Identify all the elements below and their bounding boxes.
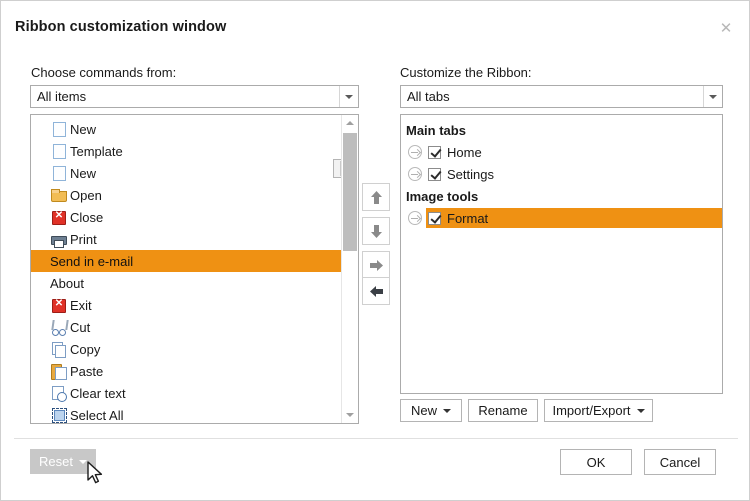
clear-text-icon bbox=[50, 385, 67, 402]
arrow-up-icon bbox=[370, 190, 382, 204]
footer-divider bbox=[14, 438, 738, 439]
list-item[interactable]: New bbox=[31, 118, 341, 140]
scissors-icon bbox=[50, 319, 67, 336]
tree-item-checkbox[interactable] bbox=[428, 211, 441, 225]
title-bar: Ribbon customization window ✕ bbox=[1, 1, 749, 53]
list-item-label: Cut bbox=[70, 319, 91, 335]
list-item-label: Open bbox=[70, 187, 102, 203]
list-item-label: New bbox=[70, 165, 97, 181]
reset-button-label: Reset bbox=[39, 454, 73, 469]
list-item[interactable]: Clear text bbox=[31, 382, 341, 404]
move-down-button[interactable] bbox=[362, 217, 390, 245]
reset-button[interactable]: Reset bbox=[30, 449, 96, 474]
blank-page-icon bbox=[50, 143, 67, 159]
blank-page-icon bbox=[50, 121, 67, 137]
list-item[interactable]: Send in e-mail bbox=[31, 250, 341, 272]
rename-button-label: Rename bbox=[478, 403, 528, 418]
new-button[interactable]: New bbox=[400, 399, 462, 422]
clipboard-paste-icon bbox=[50, 363, 67, 380]
ribbon-tree[interactable]: Main tabs Home Settings Image tools Format bbox=[400, 114, 723, 394]
import-export-button[interactable]: Import/Export bbox=[544, 399, 653, 422]
rename-button[interactable]: Rename bbox=[468, 399, 538, 422]
chevron-down-icon bbox=[703, 86, 722, 107]
arrow-right-icon bbox=[369, 259, 383, 271]
choose-commands-from-value: All items bbox=[37, 89, 87, 104]
tree-item-checkbox[interactable] bbox=[428, 167, 441, 181]
ok-button-label: OK bbox=[586, 454, 606, 470]
list-item-label: About bbox=[50, 275, 84, 291]
close-icon[interactable]: ✕ bbox=[711, 15, 741, 41]
chevron-down-icon bbox=[636, 408, 645, 413]
list-item[interactable]: Print bbox=[31, 228, 341, 250]
customize-ribbon-label: Customize the Ribbon: bbox=[400, 65, 532, 80]
choose-commands-label: Choose commands from: bbox=[31, 65, 177, 80]
remove-button[interactable] bbox=[362, 277, 390, 305]
list-item[interactable]: Open bbox=[31, 184, 341, 206]
list-item[interactable]: Exit bbox=[31, 294, 341, 316]
list-item[interactable]: Close bbox=[31, 206, 341, 228]
cancel-button-label: Cancel bbox=[659, 454, 701, 470]
page-title: Ribbon customization window bbox=[15, 19, 227, 35]
list-item-label: Template bbox=[70, 143, 123, 159]
new-button-label: New bbox=[410, 403, 437, 418]
open-folder-icon bbox=[50, 187, 67, 203]
list-item[interactable]: Copy bbox=[31, 338, 341, 360]
list-item-label: Clear text bbox=[70, 385, 126, 401]
list-item[interactable]: About bbox=[31, 272, 341, 294]
cancel-button[interactable]: Cancel bbox=[644, 449, 716, 475]
list-item[interactable]: New bbox=[31, 162, 341, 184]
commands-list[interactable]: New Template New Open Close Print Send in e-ma… bbox=[30, 114, 359, 424]
list-item[interactable]: Select All bbox=[31, 404, 341, 423]
expand-arrow-icon[interactable] bbox=[408, 145, 422, 159]
list-item-label: Paste bbox=[70, 363, 104, 379]
tree-item-checkbox[interactable] bbox=[428, 145, 441, 159]
commands-list-scrollbar[interactable] bbox=[341, 115, 358, 423]
move-up-button[interactable] bbox=[362, 183, 390, 211]
tree-item-label: Format bbox=[447, 210, 489, 226]
chevron-down-icon bbox=[443, 408, 451, 413]
tree-item[interactable]: Settings bbox=[401, 163, 722, 185]
tree-item-label: Home bbox=[447, 144, 482, 160]
list-item-label: New bbox=[70, 121, 97, 137]
ok-button[interactable]: OK bbox=[560, 449, 632, 475]
list-item-label: Copy bbox=[70, 341, 101, 357]
tree-group-header: Image tools bbox=[406, 188, 479, 204]
tree-item[interactable]: Home bbox=[401, 141, 722, 163]
import-export-button-label: Import/Export bbox=[552, 403, 631, 418]
chevron-down-icon bbox=[339, 86, 358, 107]
list-item[interactable]: Cut bbox=[31, 316, 341, 338]
choose-commands-from-select[interactable]: All items bbox=[30, 85, 359, 108]
customize-ribbon-value: All tabs bbox=[407, 89, 450, 104]
customize-ribbon-select[interactable]: All tabs bbox=[400, 85, 723, 108]
chevron-down-icon bbox=[78, 459, 87, 464]
red-x-icon bbox=[50, 209, 67, 225]
blank-page-icon bbox=[50, 165, 67, 181]
arrow-left-icon bbox=[369, 285, 383, 297]
select-all-icon bbox=[50, 407, 67, 423]
red-x-icon bbox=[50, 297, 67, 313]
list-item[interactable]: Template bbox=[31, 140, 341, 162]
copy-icon bbox=[50, 341, 67, 358]
expand-arrow-icon[interactable] bbox=[408, 211, 422, 225]
list-item-label: Exit bbox=[70, 297, 92, 313]
tree-group-header: Main tabs bbox=[406, 122, 466, 138]
ribbon-customization-dialog: Ribbon customization window ✕ Choose com… bbox=[0, 0, 750, 501]
list-item-label: Print bbox=[70, 231, 97, 247]
tree-item-label: Settings bbox=[447, 166, 494, 182]
list-item-label: Select All bbox=[70, 407, 124, 423]
scroll-down-icon[interactable] bbox=[342, 407, 358, 423]
tree-item[interactable]: Format bbox=[401, 207, 722, 229]
arrow-down-icon bbox=[370, 224, 382, 238]
expand-arrow-icon[interactable] bbox=[408, 167, 422, 181]
scrollbar-thumb[interactable] bbox=[343, 133, 357, 251]
list-item-label: Send in e-mail bbox=[50, 253, 134, 269]
add-button[interactable] bbox=[362, 251, 390, 279]
scroll-up-icon[interactable] bbox=[342, 115, 358, 131]
printer-icon bbox=[50, 231, 67, 248]
list-item-label: Close bbox=[70, 209, 104, 225]
list-item[interactable]: Paste bbox=[31, 360, 341, 382]
commands-list-items: New Template New Open Close Print Send in e-ma… bbox=[31, 115, 341, 423]
